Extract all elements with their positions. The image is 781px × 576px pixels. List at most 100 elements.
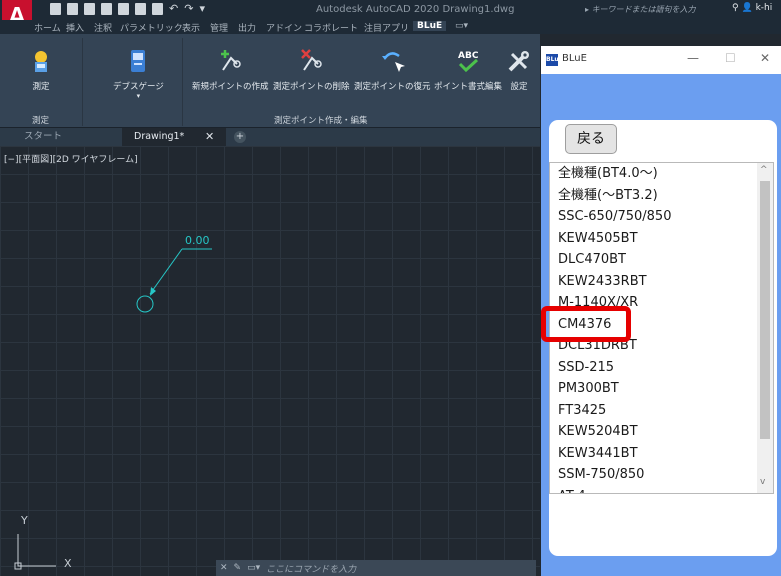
list-item[interactable]: KEW5204BT <box>550 421 755 443</box>
ribbon-separator <box>182 38 183 126</box>
user-name: k-hi <box>755 3 773 13</box>
tab-output[interactable]: 出力 <box>238 21 256 34</box>
settings-label: 設定 <box>510 82 528 92</box>
back-button[interactable]: 戻る <box>565 124 617 154</box>
restore-point-label: 測定ポイントの復元 <box>354 82 431 92</box>
list-item[interactable]: KEW3441BT <box>550 443 755 465</box>
list-item[interactable]: DLC470BT <box>550 249 755 271</box>
command-line[interactable]: ✕ ✎ ▭▾ ここにコマンドを入力 <box>216 560 536 576</box>
document-tab-bar: スタート Drawing1* ✕ + <box>0 128 540 146</box>
scroll-thumb[interactable] <box>760 181 770 439</box>
new-point-button[interactable]: 新規ポイントの作成 <box>192 48 269 92</box>
tab-manage[interactable]: 管理 <box>210 21 228 34</box>
measure-label: 測定 <box>32 82 50 92</box>
tab-annotate[interactable]: 注釈 <box>94 21 112 34</box>
device-list-items: 全機種(BT4.0～) 全機種(～BT3.2) SSC-650/750/850 … <box>550 163 755 494</box>
new-tab-icon[interactable]: + <box>234 131 246 143</box>
tab-parametric[interactable]: パラメトリック <box>120 21 183 34</box>
list-item[interactable]: M-1140X/XR <box>550 292 755 314</box>
leader-line <box>149 248 183 295</box>
device-label: デブスゲージ <box>113 82 164 92</box>
scroll-up-icon[interactable]: ^ <box>760 165 768 175</box>
binoculars-icon[interactable]: ⚲ <box>732 3 739 13</box>
web-save-icon[interactable] <box>118 3 129 15</box>
device-list[interactable]: 全機種(BT4.0～) 全機種(～BT3.2) SSC-650/750/850 … <box>549 162 774 494</box>
save-icon[interactable] <box>84 3 95 15</box>
blue-logo-icon: BLuE <box>546 54 563 66</box>
point-edit-group-label: 測定ポイント作成・編集 <box>274 116 368 126</box>
measure-point-circle[interactable] <box>136 295 154 313</box>
tools-icon <box>508 51 529 72</box>
measure-button[interactable]: 測定 <box>28 48 54 92</box>
drawing-canvas[interactable]: [−][平面図][2D ワイヤフレーム] 0.00 Y X <box>0 146 540 576</box>
command-customize-icon[interactable]: ✎ <box>234 563 242 573</box>
tab-insert[interactable]: 挿入 <box>66 21 84 34</box>
delete-point-icon <box>301 49 322 71</box>
list-item[interactable]: SSM-750/850 <box>550 464 755 486</box>
list-item[interactable]: FT3425 <box>550 400 755 422</box>
open-file-icon[interactable] <box>67 3 78 15</box>
device-selection-panel: 戻る 全機種(BT4.0～) 全機種(～BT3.2) SSC-650/750/8… <box>541 120 777 556</box>
user-icon: 👤 <box>741 3 753 13</box>
ucs-icon <box>17 534 56 567</box>
blue-app-window: BLuE BLuE — ☐ ✕ 戻る 全機種(BT4.0～) 全機種(～BT3.… <box>541 46 781 576</box>
ribbon-panel: 測定 デブスゲージ ▾ 新規ポイントの作成 測定ポイントの削除 測定ポイントの復… <box>0 34 540 128</box>
user-account[interactable]: ⚲ 👤 k-hi <box>732 3 772 13</box>
tab-view[interactable]: 表示 <box>182 21 200 34</box>
drawing-geometry <box>14 248 212 570</box>
ribbon-minimize-icon[interactable]: ▭▾ <box>455 21 468 31</box>
ribbon-tab-bar: ホーム 挿入 注釈 パラメトリック 表示 管理 出力 アドイン コラボレート 注… <box>0 20 781 34</box>
maximize-icon[interactable]: ☐ <box>725 51 736 65</box>
list-item[interactable]: 全機種(BT4.0～) <box>550 163 755 185</box>
ucs-y-label: Y <box>21 514 28 527</box>
command-input[interactable]: ここにコマンドを入力 <box>266 562 356 575</box>
tab-blue[interactable]: BLuE <box>413 21 447 31</box>
customize-qat-icon[interactable]: ▾ <box>199 3 205 15</box>
list-item[interactable]: KEW4505BT <box>550 228 755 250</box>
scroll-down-icon[interactable]: v <box>760 477 765 487</box>
tab-addins[interactable]: アドイン <box>266 21 302 34</box>
leader-arrow <box>150 287 156 296</box>
delete-point-button[interactable]: 測定ポイントの削除 <box>273 48 350 92</box>
list-item[interactable]: CM4376 <box>550 314 755 336</box>
list-item[interactable]: DCL31DRBT <box>550 335 755 357</box>
help-search-input[interactable]: ▸ キーワードまたは語句を入力 <box>585 2 705 17</box>
share-icon[interactable] <box>135 3 146 15</box>
ribbon-separator <box>82 38 83 126</box>
restore-point-button[interactable]: 測定ポイントの復元 <box>354 48 431 92</box>
close-command-line-icon[interactable]: ✕ <box>220 563 228 573</box>
tab-start[interactable]: スタート <box>12 128 122 146</box>
list-item[interactable]: 全機種(～BT3.2) <box>550 185 755 207</box>
undo-icon[interactable]: ↶ <box>169 3 178 15</box>
device-selector-button[interactable]: デブスゲージ ▾ <box>113 48 164 100</box>
blue-title-bar: BLuE BLuE — ☐ ✕ <box>541 46 781 74</box>
settings-button[interactable]: 設定 <box>506 48 532 92</box>
tab-collaborate[interactable]: コラボレート <box>304 21 358 34</box>
list-item-selected[interactable]: SSD-215 <box>550 357 755 379</box>
save-as-icon[interactable] <box>101 3 112 15</box>
dimension-text[interactable]: 0.00 <box>185 234 210 247</box>
close-window-icon[interactable]: ✕ <box>760 51 770 65</box>
measure-group-label: 測定 <box>32 116 50 126</box>
blue-window-title: BLuE <box>562 53 587 64</box>
minimize-icon[interactable]: — <box>687 51 699 65</box>
tab-featured-apps[interactable]: 注目アプリ <box>364 21 409 34</box>
list-item[interactable]: KEW2433RBT <box>550 271 755 293</box>
list-item[interactable]: AT-4 <box>550 486 755 494</box>
list-scrollbar[interactable]: ^ v <box>757 163 773 493</box>
restore-point-icon <box>382 52 406 72</box>
new-file-icon[interactable] <box>50 3 61 15</box>
tab-home[interactable]: ホーム <box>34 21 61 34</box>
point-format-button[interactable]: ABC ポイント書式編集 <box>434 48 502 92</box>
print-icon[interactable] <box>152 3 163 15</box>
ucs-x-label: X <box>64 557 72 570</box>
close-tab-icon[interactable]: ✕ <box>205 128 214 146</box>
redo-icon[interactable]: ↷ <box>184 3 193 15</box>
quick-access-toolbar: ↶ ↷ ▾ <box>50 3 205 15</box>
list-item[interactable]: SSC-650/750/850 <box>550 206 755 228</box>
add-point-icon <box>221 50 241 71</box>
list-item[interactable]: PM300BT <box>550 378 755 400</box>
help-search-placeholder: キーワードまたは語句を入力 <box>591 5 696 14</box>
window-title: Autodesk AutoCAD 2020 Drawing1.dwg <box>316 4 515 15</box>
command-history-icon[interactable]: ▭▾ <box>247 563 260 573</box>
